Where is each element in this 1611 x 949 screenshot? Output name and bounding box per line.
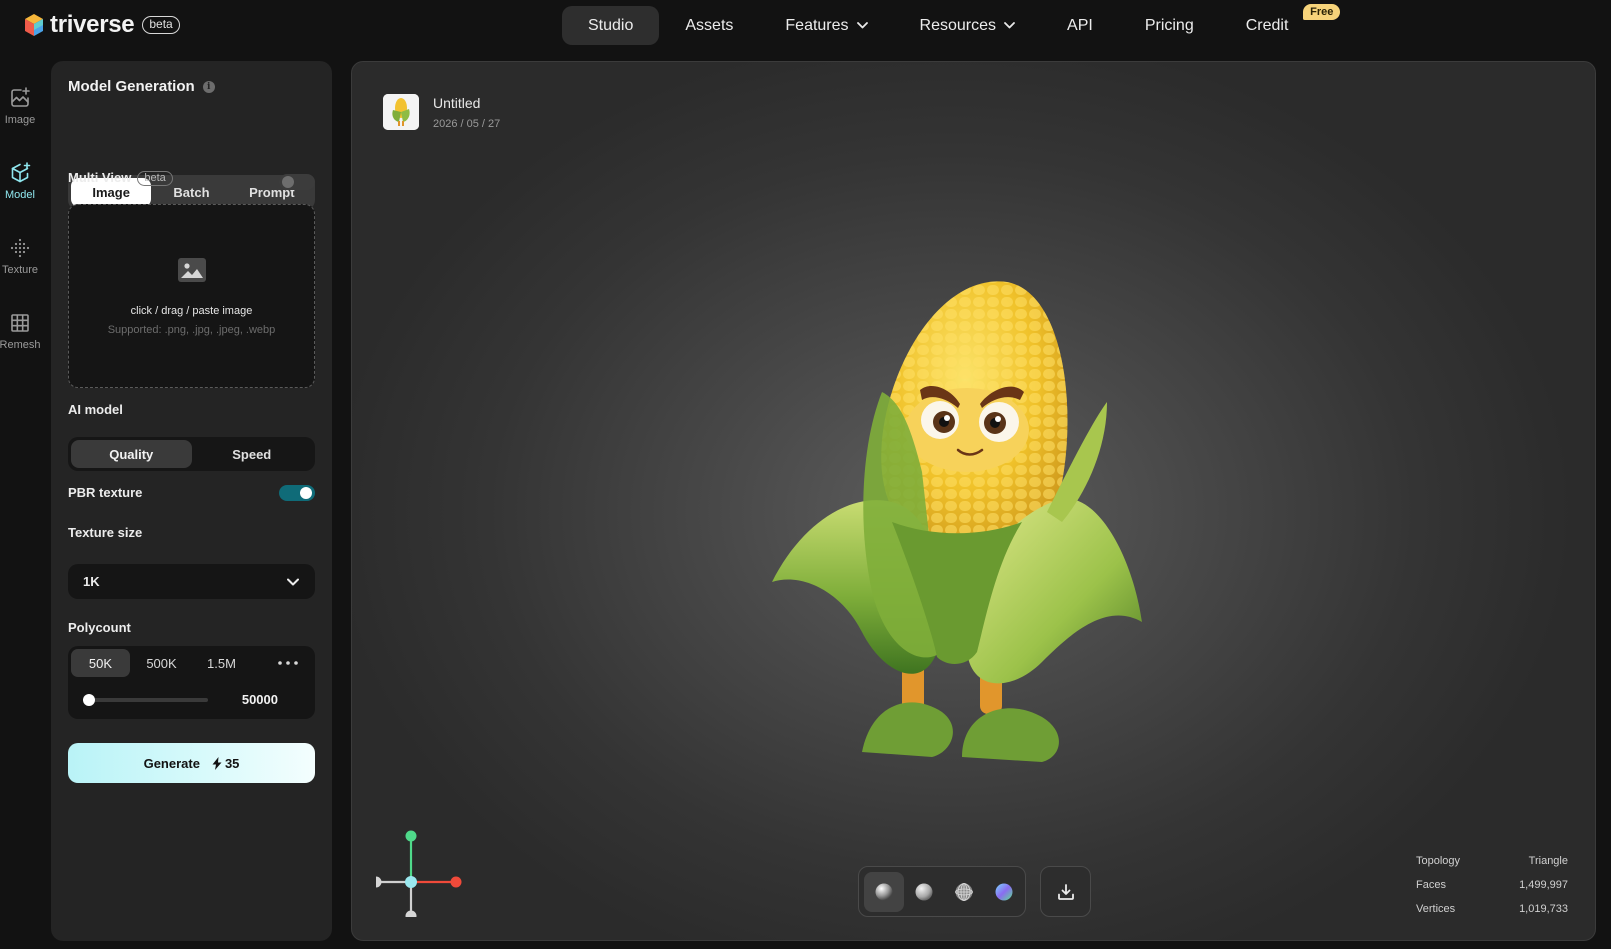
brand-beta-badge: beta xyxy=(142,16,180,34)
chevron-down-icon xyxy=(287,578,299,586)
texture-size-select[interactable]: 1K xyxy=(68,564,315,599)
corn-thumbnail-image xyxy=(383,94,419,130)
tool-rail: Image Model Texture Remesh xyxy=(0,70,40,370)
ai-model-selector: Quality Speed xyxy=(68,437,315,471)
polycount-label: Polycount xyxy=(68,620,131,635)
toggle-knob xyxy=(282,176,294,188)
nav-api-label: API xyxy=(1067,16,1093,34)
image-upload-dropzone[interactable]: click / drag / paste image Supported: .p… xyxy=(68,204,315,388)
stat-label: Topology xyxy=(1416,855,1461,867)
panel-title-text: Model Generation xyxy=(68,78,195,95)
file-date: 2026 / 05 / 27 xyxy=(433,118,501,130)
polycount-50k[interactable]: 50K xyxy=(71,649,130,677)
rail-label-remesh: Remesh xyxy=(0,339,41,351)
triverse-logo-icon xyxy=(25,14,43,36)
corn-character-model xyxy=(772,281,1142,762)
rail-item-image[interactable]: Image xyxy=(0,70,40,145)
pbr-texture-label: PBR texture xyxy=(68,485,143,500)
rail-label-image: Image xyxy=(4,114,36,126)
nav-studio[interactable]: Studio xyxy=(562,6,660,45)
nav-pricing[interactable]: Pricing xyxy=(1119,6,1220,45)
image-plus-icon xyxy=(11,87,30,107)
download-icon xyxy=(1057,883,1074,900)
nav-features-label: Features xyxy=(785,16,849,34)
nav-api[interactable]: API xyxy=(1041,6,1119,45)
polycount-1-5m[interactable]: 1.5M xyxy=(192,649,251,677)
ai-model-quality[interactable]: Quality xyxy=(71,440,192,468)
chevron-down-icon xyxy=(1004,22,1015,29)
file-thumbnail[interactable] xyxy=(383,94,419,130)
generate-cost: 35 xyxy=(224,755,240,771)
dots-texture-icon xyxy=(10,238,30,258)
generate-label: Generate xyxy=(143,755,200,771)
polycount-500k[interactable]: 500K xyxy=(132,649,191,677)
rail-item-model[interactable]: Model xyxy=(0,145,40,220)
stat-topology: Topology Triangle xyxy=(1416,849,1568,873)
rail-item-texture[interactable]: Texture xyxy=(0,220,40,295)
multi-view-label: Multi View beta xyxy=(68,170,173,186)
texture-size-label: Texture size xyxy=(68,525,143,540)
ai-model-speed[interactable]: Speed xyxy=(192,440,313,468)
file-name[interactable]: Untitled xyxy=(433,95,480,111)
generate-button[interactable]: Generate 35 xyxy=(68,743,315,783)
panel-title: Model Generation i xyxy=(68,78,215,95)
3d-viewport[interactable]: Untitled 2026 / 05 / 27 Topology Triangl… xyxy=(351,61,1596,941)
mesh-stats: Topology Triangle Faces 1,499,997 Vertic… xyxy=(1416,849,1568,921)
info-icon[interactable]: i xyxy=(202,80,215,93)
texture-size-value: 1K xyxy=(83,574,100,589)
multi-view-beta-badge: beta xyxy=(137,171,173,186)
pbr-texture-toggle[interactable] xyxy=(279,485,315,501)
shaded-sphere-icon[interactable] xyxy=(864,871,904,912)
more-horizontal-icon[interactable] xyxy=(272,649,304,677)
rail-item-remesh[interactable]: Remesh xyxy=(0,295,40,370)
slider-thumb[interactable] xyxy=(83,694,95,706)
cube-plus-icon xyxy=(11,162,31,183)
nav-features[interactable]: Features xyxy=(759,6,893,45)
rail-label-model: Model xyxy=(5,189,35,201)
nav-assets[interactable]: Assets xyxy=(659,6,759,45)
rail-label-texture: Texture xyxy=(1,264,39,276)
polycount-value: 50000 xyxy=(241,692,278,707)
stat-label: Faces xyxy=(1416,879,1446,891)
stat-value: 1,499,997 xyxy=(1519,879,1568,891)
upload-supported-formats: Supported: .png, .jpg, .jpeg, .webp xyxy=(107,324,276,336)
multi-view-text: Multi View xyxy=(68,170,132,185)
stat-value: 1,019,733 xyxy=(1519,903,1568,915)
ai-model-label: AI model xyxy=(68,402,123,417)
nav-credit[interactable]: Credit Free xyxy=(1220,4,1341,45)
free-badge: Free xyxy=(1303,4,1341,20)
model-generation-panel: Model Generation i Image Batch Prompt Mu… xyxy=(51,61,332,941)
axis-gizmo[interactable] xyxy=(376,827,466,917)
normal-sphere-icon[interactable] xyxy=(984,872,1024,912)
nav-pricing-label: Pricing xyxy=(1144,16,1194,34)
main-nav: Studio Assets Features Resources API Pri… xyxy=(562,4,1341,45)
brand-name: triverse xyxy=(50,11,135,38)
stat-value: Triangle xyxy=(1528,855,1568,867)
download-button[interactable] xyxy=(1040,866,1091,917)
nav-credit-label: Credit xyxy=(1245,16,1289,34)
image-placeholder-icon xyxy=(178,258,206,282)
upload-instructions: click / drag / paste image xyxy=(130,305,253,317)
grid-icon xyxy=(11,314,29,332)
nav-resources-label: Resources xyxy=(919,16,997,34)
polycount-slider[interactable] xyxy=(83,694,208,706)
chevron-down-icon xyxy=(856,22,868,29)
stat-faces: Faces 1,499,997 xyxy=(1416,873,1568,897)
wireframe-sphere-icon[interactable] xyxy=(944,872,984,912)
toggle-knob xyxy=(300,487,312,499)
top-bar: triverse beta Studio Assets Features Res… xyxy=(0,0,1611,52)
nav-resources[interactable]: Resources xyxy=(894,6,1041,45)
nav-studio-label: Studio xyxy=(588,16,634,34)
nav-assets-label: Assets xyxy=(685,16,734,34)
lightning-icon xyxy=(212,756,222,770)
stat-label: Vertices xyxy=(1416,903,1456,915)
multi-view-toggle[interactable] xyxy=(279,174,315,190)
render-mode-toolbar xyxy=(858,866,1026,917)
polycount-control: 50K 500K 1.5M 50000 xyxy=(68,646,315,719)
brand[interactable]: triverse beta xyxy=(24,12,180,38)
clay-sphere-icon[interactable] xyxy=(904,872,944,912)
stat-vertices: Vertices 1,019,733 xyxy=(1416,897,1568,921)
